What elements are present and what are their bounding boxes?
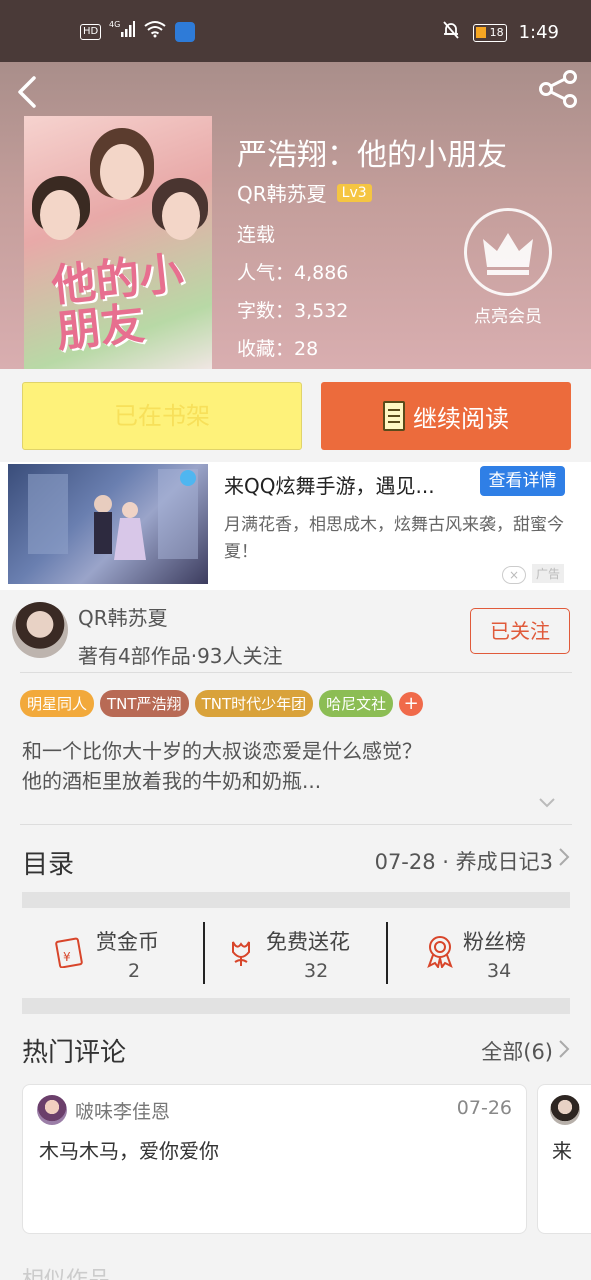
comment-text: 来 <box>552 1139 572 1163</box>
share-button[interactable] <box>537 68 579 110</box>
ad-banner[interactable]: 来QQ炫舞手游，遇见... 查看详情 月满花香，相思成木，炫舞古风来袭，甜蜜今夏… <box>0 462 591 590</box>
back-button[interactable] <box>12 72 42 112</box>
ad-image[interactable] <box>8 464 208 584</box>
book-status: 连载 <box>237 224 276 246</box>
svg-text:4G: 4G <box>109 20 120 29</box>
battery-fill <box>475 26 486 38</box>
fan-ranking-button[interactable]: 粉丝榜 34 <box>389 920 570 986</box>
book-cover[interactable]: 他的小朋友 <box>24 116 212 369</box>
ad-description: 月满花香，相思成木，炫舞古风来袭，甜蜜今夏！ <box>224 515 564 562</box>
ad-label: 广告 <box>532 564 565 583</box>
ad-title[interactable]: 来QQ炫舞手游，遇见... <box>224 470 435 499</box>
mute-bell-icon <box>441 20 461 45</box>
app-notification-icon <box>175 21 196 42</box>
commenter-avatar[interactable] <box>550 1095 580 1125</box>
toc-label: 目录 <box>22 850 75 880</box>
author-avatar[interactable] <box>12 602 68 658</box>
book-author[interactable]: QR韩苏夏 <box>237 178 327 207</box>
divider <box>20 824 572 825</box>
crown-badge <box>464 208 552 296</box>
crown-icon <box>483 233 533 275</box>
tag-chip[interactable]: TNT时代少年团 <box>194 690 314 717</box>
fans-label: 粉丝榜 <box>463 930 526 954</box>
reward-coins-button[interactable]: ¥ 赏金币 2 <box>22 920 202 986</box>
ad-close-button[interactable]: × <box>502 566 526 584</box>
vip-label: 点亮会员 <box>474 307 542 327</box>
svg-text:¥: ¥ <box>63 950 71 964</box>
tag-list: 明星同人 TNT严浩翔 TNT时代少年团 哈尼文社 + <box>20 690 424 717</box>
status-bar: HD 4G 18 1:49 <box>0 0 591 62</box>
share-icon <box>539 70 577 108</box>
book-header: 他的小朋友 严浩翔：他的小朋友 QR韩苏夏 Lv3 连载 人气：4,886 字数… <box>0 62 591 369</box>
add-tag-button[interactable]: + <box>399 691 424 716</box>
book-author-row[interactable]: QR韩苏夏 Lv3 <box>237 178 372 207</box>
wifi-icon <box>143 20 167 43</box>
chevron-right-icon <box>557 1038 571 1066</box>
cover-title-art: 他的小朋友 <box>49 247 186 358</box>
flower-icon <box>232 941 250 966</box>
battery-level: 18 <box>489 25 504 39</box>
favorites-count: 收藏：28 <box>237 338 319 360</box>
hd-indicator: HD <box>80 23 102 40</box>
comment-card[interactable]: 来 <box>537 1084 591 1234</box>
continue-reading-button[interactable]: 继续阅读 <box>321 382 571 450</box>
comment-text: 木马木马，爱你爱你 <box>39 1139 219 1163</box>
cellular-signal-icon: 4G <box>109 20 136 43</box>
all-comments-link[interactable]: 全部(6) <box>481 1036 553 1066</box>
on-shelf-button[interactable]: 已在书架 <box>22 382 302 450</box>
cover-figure-right-face <box>162 192 200 240</box>
divider <box>203 922 205 984</box>
book-page-icon <box>383 401 405 431</box>
commenter-avatar[interactable] <box>37 1095 67 1125</box>
battery-indicator: 18 <box>472 23 507 42</box>
synopsis-line: 和一个比你大十岁的大叔谈恋爱是什么感觉？ <box>22 739 422 763</box>
latest-chapter: 07-28 · 养成日记3 <box>374 850 553 874</box>
synopsis-line: 他的酒柜里放着我的牛奶和奶瓶... <box>22 769 322 793</box>
ad-scene <box>28 469 198 560</box>
chevron-right-icon <box>557 846 571 874</box>
continue-reading-label: 继续阅读 <box>413 404 509 433</box>
section-divider <box>22 998 570 1014</box>
flowers-label: 免费送花 <box>266 930 350 954</box>
book-title: 严浩翔：他的小朋友 <box>237 138 507 173</box>
tag-chip[interactable]: 哈尼文社 <box>319 690 394 717</box>
commenter-name[interactable]: 啵味李佳恩 <box>75 1097 170 1124</box>
level-badge: Lv3 <box>336 183 372 202</box>
fans-value: 34 <box>487 960 512 982</box>
tag-chip[interactable]: TNT严浩翔 <box>100 690 189 717</box>
word-count: 字数：3,532 <box>237 300 349 322</box>
medal-icon <box>427 936 453 968</box>
followed-button[interactable]: 已关注 <box>470 608 570 654</box>
clock: 1:49 <box>518 22 559 43</box>
expand-synopsis-button[interactable] <box>538 794 556 813</box>
all-comments-label: 全部(6) <box>481 1040 553 1064</box>
red-envelope-icon: ¥ <box>55 937 83 968</box>
ad-details-button[interactable]: 查看详情 <box>480 466 565 496</box>
chevron-left-icon <box>18 76 36 108</box>
divider <box>386 922 388 984</box>
section-divider <box>22 892 570 908</box>
vip-membership-button[interactable]: 点亮会员 <box>462 208 554 327</box>
table-of-contents-row[interactable]: 目录 07-28 · 养成日记3 <box>0 830 591 892</box>
cover-figure-face <box>100 144 144 200</box>
free-flowers-button[interactable]: 免费送花 32 <box>206 920 386 986</box>
author-name[interactable]: QR韩苏夏 <box>78 602 168 631</box>
similar-works-title: 相似作品 <box>22 1262 110 1280</box>
comment-card[interactable]: 啵味李佳恩 07-26 木马木马，爱你爱你 <box>22 1084 527 1234</box>
reward-label: 赏金币 <box>96 930 159 954</box>
cover-figure-left-face <box>40 190 80 240</box>
hot-comments-title: 热门评论 <box>22 1038 127 1068</box>
chevron-down-icon <box>539 798 555 808</box>
tag-chip[interactable]: 明星同人 <box>20 690 95 717</box>
author-stats: 著有4部作品·93人关注 <box>78 644 283 668</box>
divider <box>20 672 572 673</box>
comment-date: 07-26 <box>456 1097 512 1119</box>
popularity: 人气：4,886 <box>237 262 349 284</box>
book-actions-stats: ¥ 赏金币 2 免费送花 32 粉丝榜 34 <box>22 920 570 990</box>
flowers-value: 32 <box>304 960 329 982</box>
reward-value: 2 <box>128 960 141 982</box>
synopsis: 和一个比你大十岁的大叔谈恋爱是什么感觉？ 他的酒柜里放着我的牛奶和奶瓶... <box>22 736 422 796</box>
author-section: QR韩苏夏 著有4部作品·93人关注 已关注 明星同人 TNT严浩翔 TNT时代… <box>0 590 591 830</box>
